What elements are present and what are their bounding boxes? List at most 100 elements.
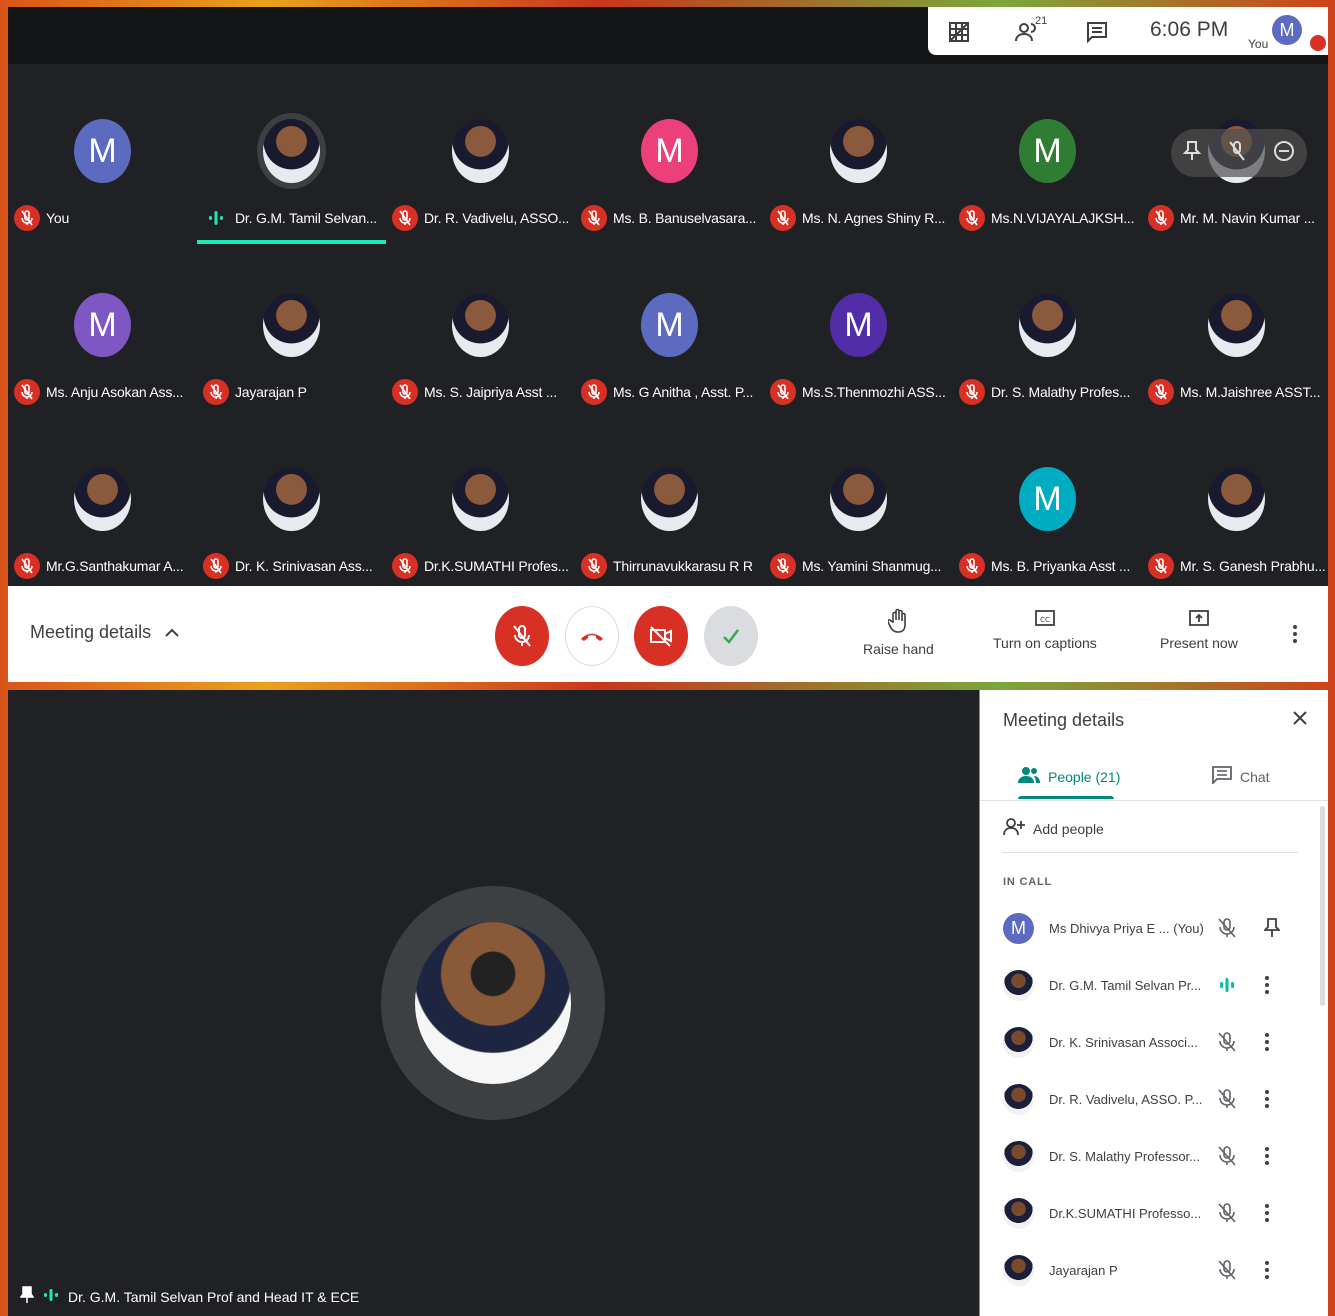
divider	[1002, 852, 1298, 853]
person-name: Jayarajan P	[1049, 1263, 1118, 1278]
participant-avatar	[452, 293, 509, 357]
participant-tile[interactable]: Dr.K.SUMATHI Profes...	[386, 425, 575, 599]
list-item[interactable]: Dr. G.M. Tamil Selvan Pr...	[980, 960, 1328, 1017]
list-item[interactable]: Jayarajan P	[980, 1245, 1328, 1302]
participant-tile[interactable]: Ms. S. Jaipriya Asst ...	[386, 251, 575, 425]
meeting-details-label: Meeting details	[30, 622, 152, 642]
participant-tile[interactable]: M Ms. B. Banuselvasara...	[575, 77, 764, 251]
participant-tile[interactable]: Ms. M.Jaishree ASST...	[1142, 251, 1328, 425]
participant-tile[interactable]: Ms. Yamini Shanmug...	[764, 425, 953, 599]
mic-off-icon[interactable]	[1228, 140, 1246, 167]
mic-off-icon	[1216, 917, 1238, 944]
participant-tile[interactable]: Dr. S. Malathy Profes...	[953, 251, 1142, 425]
people-count: 21	[1035, 15, 1048, 27]
participant-name: Mr. S. Ganesh Prabhu...	[1180, 558, 1326, 574]
list-item[interactable]: Dr. S. Malathy Professor...	[980, 1131, 1328, 1188]
participant-name: Dr. G.M. Tamil Selvan...	[235, 210, 377, 226]
pinned-speaker-label: Dr. G.M. Tamil Selvan Prof and Head IT &…	[19, 1286, 360, 1307]
list-item[interactable]: M Ms Dhivya Priya E ... (You)	[980, 903, 1328, 960]
participant-tile[interactable]: M You	[8, 77, 197, 251]
participant-tile[interactable]: Mr. S. Ganesh Prabhu...	[1142, 425, 1328, 599]
avatar	[1003, 970, 1034, 1001]
participant-tile[interactable]: Dr. R. Vadivelu, ASSO...	[386, 77, 575, 251]
participant-avatar	[74, 467, 131, 531]
more-options-icon[interactable]	[1264, 1088, 1270, 1115]
participant-tile[interactable]: Thirrunavukkarasu R R	[575, 425, 764, 599]
remove-icon[interactable]	[1273, 140, 1295, 167]
captions-button[interactable]: CC Turn on captions	[993, 608, 1097, 651]
close-icon[interactable]	[1290, 708, 1310, 733]
participant-name: Ms.S.Thenmozhi ASS...	[802, 384, 946, 400]
more-options-icon[interactable]	[1264, 1031, 1270, 1058]
chat-icon	[1212, 766, 1232, 787]
pin-icon[interactable]	[1262, 917, 1282, 944]
more-options-icon[interactable]	[1264, 974, 1270, 1001]
pin-icon[interactable]	[1182, 140, 1202, 167]
participant-tile[interactable]: M Ms. G Anitha , Asst. P...	[575, 251, 764, 425]
present-icon	[1188, 610, 1210, 631]
tab-chat[interactable]: Chat	[1212, 766, 1270, 787]
participant-avatar	[263, 119, 320, 183]
participant-tile[interactable]: Jayarajan P	[197, 251, 386, 425]
pin-icon[interactable]	[19, 1286, 35, 1307]
layout-icon[interactable]	[944, 17, 974, 47]
mic-off-icon	[14, 379, 40, 405]
camera-toggle-button[interactable]	[634, 606, 688, 666]
add-people-label: Add people	[1033, 820, 1104, 837]
meeting-details-button[interactable]: Meeting details	[30, 622, 179, 643]
participant-name: Ms. Anju Asokan Ass...	[46, 384, 184, 400]
mic-off-icon	[1310, 35, 1326, 51]
mic-off-icon	[392, 553, 418, 579]
pinned-speaker-name: Dr. G.M. Tamil Selvan Prof and Head IT &…	[68, 1288, 360, 1305]
participant-tile[interactable]: M Ms. B. Priyanka Asst ...	[953, 425, 1142, 599]
list-item[interactable]: Dr. R. Vadivelu, ASSO. P...	[980, 1074, 1328, 1131]
mic-off-icon	[959, 205, 985, 231]
participant-tile[interactable]: M Ms.S.Thenmozhi ASS...	[764, 251, 953, 425]
participant-avatar: M	[641, 119, 698, 183]
add-people-button[interactable]: Add people	[1003, 818, 1104, 839]
participant-tile[interactable]: M Ms. Anju Asokan Ass...	[8, 251, 197, 425]
participant-avatar: M	[74, 293, 131, 357]
more-options-icon[interactable]	[1264, 1202, 1270, 1229]
list-item[interactable]: Dr. K. Srinivasan Associ...	[980, 1017, 1328, 1074]
participant-name: Ms. Yamini Shanmug...	[802, 558, 942, 574]
mic-off-icon	[14, 205, 40, 231]
chevron-up-icon	[165, 622, 179, 643]
self-avatar[interactable]: M	[1272, 15, 1302, 45]
mic-off-icon	[959, 379, 985, 405]
meeting-details-panel: Meeting details People (21) Chat Add peo…	[980, 690, 1328, 1316]
list-item[interactable]: Dr.K.SUMATHI Professo...	[980, 1188, 1328, 1245]
raise-hand-button[interactable]: Raise hand	[863, 608, 934, 657]
person-name: Dr. G.M. Tamil Selvan Pr...	[1049, 978, 1202, 993]
avatar	[1003, 1198, 1034, 1229]
clock-time: 6:06 PM	[1150, 18, 1229, 41]
more-options-icon[interactable]	[1292, 624, 1298, 649]
more-options-icon[interactable]	[1264, 1259, 1270, 1286]
present-now-button[interactable]: Present now	[1160, 608, 1238, 651]
avatar: M	[1003, 913, 1034, 944]
leave-call-button[interactable]	[565, 606, 619, 666]
participant-avatar	[830, 467, 887, 531]
avatar	[1003, 1255, 1034, 1286]
participant-tile[interactable]: Dr. G.M. Tamil Selvan...	[197, 77, 386, 251]
participant-tile[interactable]: M Ms.N.VIJAYALAJKSH...	[953, 77, 1142, 251]
participant-name: Ms. B. Banuselvasara...	[613, 210, 757, 226]
tab-people[interactable]: People (21)	[1018, 766, 1120, 787]
participant-tile[interactable]: Ms. N. Agnes Shiny R...	[764, 77, 953, 251]
participant-avatar	[1208, 293, 1265, 357]
participant-avatar: M	[74, 119, 131, 183]
person-name: Ms Dhivya Priya E ... (You)	[1049, 921, 1203, 936]
chat-icon[interactable]	[1082, 17, 1112, 47]
more-options-icon[interactable]	[1264, 1145, 1270, 1172]
mic-off-icon	[770, 553, 796, 579]
mic-off-icon	[1216, 1031, 1238, 1058]
mic-off-icon	[1216, 1145, 1238, 1172]
self-label: You	[1248, 37, 1269, 51]
scrollbar[interactable]	[1320, 806, 1325, 1006]
mic-toggle-button[interactable]	[495, 606, 549, 666]
mic-off-icon	[1148, 205, 1174, 231]
check-button[interactable]	[704, 606, 758, 666]
participant-tile[interactable]: Mr.G.Santhakumar A...	[8, 425, 197, 599]
participant-tile[interactable]: Dr. K. Srinivasan Ass...	[197, 425, 386, 599]
speaking-icon	[42, 1288, 60, 1305]
